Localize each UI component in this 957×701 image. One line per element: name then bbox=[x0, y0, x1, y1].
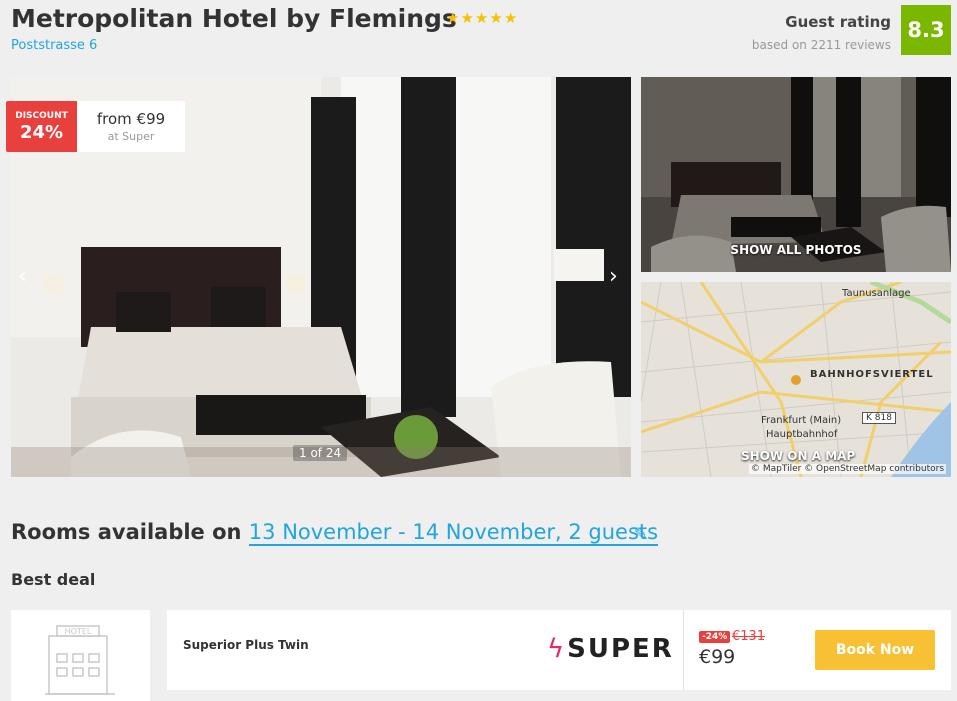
rooms-heading: Rooms available on 13 November - 14 Nove… bbox=[11, 520, 659, 546]
discount-label: DISCOUNT bbox=[15, 111, 68, 121]
best-deal-card: Superior Plus Twin ϟ SUPER -24% €131 €99… bbox=[167, 610, 951, 690]
from-provider: at Super bbox=[107, 130, 155, 143]
map-credit[interactable]: © MapTiler © OpenStreetMap contributors bbox=[749, 464, 947, 474]
review-count: based on 2211 reviews bbox=[751, 38, 891, 52]
map-road-shield: K 818 bbox=[862, 412, 896, 424]
discount-badge: DISCOUNT 24% bbox=[6, 101, 77, 152]
book-now-button[interactable]: Book Now bbox=[815, 630, 935, 670]
hotel-sign-text: HOTEL bbox=[65, 627, 92, 636]
star-rating: ★ ★ ★ ★ ★ bbox=[446, 11, 517, 26]
chevron-left-icon[interactable]: ‹ bbox=[18, 264, 27, 289]
photo-counter: 1 of 24 bbox=[293, 445, 348, 461]
hotel-building-icon: HOTEL bbox=[45, 625, 115, 695]
hotel-name: Metropolitan Hotel by Flemings bbox=[11, 4, 457, 33]
star-icon: ★ bbox=[503, 9, 518, 27]
divider bbox=[683, 610, 684, 690]
rating-score-badge: 8.3 bbox=[901, 5, 951, 55]
show-all-photos-label[interactable]: SHOW ALL PHOTOS bbox=[641, 243, 951, 257]
discount-percent: 24% bbox=[19, 122, 64, 143]
rooms-heading-prefix: Rooms available on bbox=[11, 520, 242, 544]
deal-discount-badge: -24% bbox=[699, 631, 731, 643]
pencil-icon[interactable]: ✎ bbox=[634, 524, 647, 543]
from-price: from €99 bbox=[96, 110, 166, 128]
new-price: €99 bbox=[699, 646, 736, 668]
star-icon: ★ bbox=[474, 9, 489, 27]
star-icon: ★ bbox=[446, 9, 460, 27]
guest-rating-label: Guest rating bbox=[785, 13, 891, 31]
rooms-dates-link[interactable]: 13 November - 14 November, 2 guests bbox=[248, 520, 659, 546]
show-on-map-label[interactable]: SHOW ON A MAP bbox=[741, 449, 855, 463]
map-label-taunusanlage: Taunusanlage bbox=[842, 288, 911, 299]
provider-logo: ϟ SUPER bbox=[547, 634, 674, 664]
lightning-bolt-icon: ϟ bbox=[547, 634, 565, 664]
hotel-address[interactable]: Poststrasse 6 bbox=[11, 38, 97, 53]
provider-name: SUPER bbox=[567, 634, 674, 664]
map-label-station-line2: Hauptbahnhof bbox=[766, 429, 838, 440]
chevron-right-icon[interactable]: › bbox=[609, 264, 618, 289]
best-deal-heading: Best deal bbox=[11, 570, 96, 589]
hotel-placeholder-card: HOTEL bbox=[11, 610, 150, 701]
from-price-box[interactable]: from €99 at Super bbox=[77, 101, 185, 152]
old-price: €131 bbox=[732, 629, 766, 644]
star-icon: ★ bbox=[489, 9, 503, 27]
room-name: Superior Plus Twin bbox=[183, 638, 309, 652]
map-label-district: BAHNHOFSVIERTEL bbox=[810, 369, 934, 380]
map-label-station-line1: Frankfurt (Main) bbox=[761, 415, 842, 426]
star-icon: ★ bbox=[460, 9, 474, 27]
